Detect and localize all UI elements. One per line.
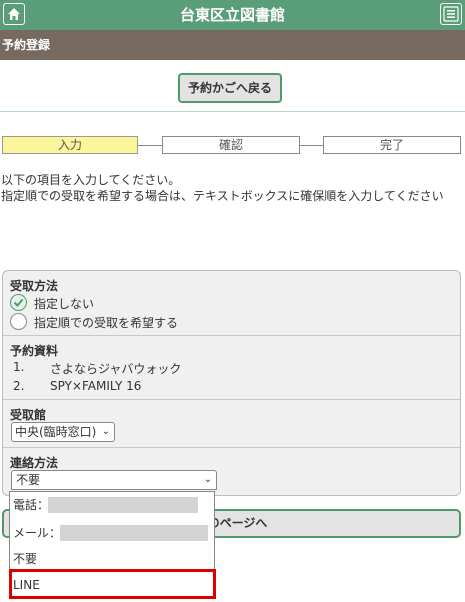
redacted-value — [60, 525, 208, 541]
pickup-library-select[interactable]: 中央(臨時窓口) ⌄ — [11, 422, 115, 442]
back-to-cart-button[interactable]: 予約かごへ戻る — [178, 73, 282, 103]
option-phone[interactable]: 電話： — [10, 492, 214, 518]
item-title: さよならジャバウォック — [50, 362, 182, 376]
page-subtitle: 予約登録 — [0, 30, 465, 60]
item-title: SPY×FAMILY 16 — [50, 379, 142, 393]
section-divider — [3, 399, 460, 400]
pickup-method-title: 受取方法 — [10, 279, 59, 293]
step-connector — [138, 145, 162, 146]
select-value: 不要 — [16, 473, 41, 487]
instruction-line: 指定順での受取を希望する場合は、テキストボックスに確保順を入力してください — [1, 189, 444, 203]
reserved-items-title: 予約資料 — [10, 344, 59, 358]
contact-method-dropdown: 電話： メール： 不要 LINE — [9, 491, 215, 599]
menu-button[interactable] — [440, 3, 462, 25]
radio-button[interactable] — [10, 294, 27, 311]
step-input: 入力 — [2, 136, 138, 154]
item-number: 1. — [13, 360, 25, 374]
step-confirm: 確認 — [162, 136, 300, 154]
reservation-form: 受取方法 指定しない 指定順での受取を希望する 予約資料 1. さよならジャバウ… — [2, 270, 461, 496]
chevron-down-icon: ⌄ — [101, 426, 110, 437]
item-number: 2. — [13, 379, 25, 393]
instructions: 以下の項目を入力してください。 指定順での受取を希望する場合は、テキストボックス… — [1, 172, 444, 204]
option-email[interactable]: メール： — [10, 520, 214, 546]
instruction-line: 以下の項目を入力してください。 — [1, 173, 181, 187]
option-label: メール： — [13, 526, 62, 540]
chevron-down-icon: ⌄ — [203, 474, 212, 485]
divider — [0, 111, 465, 112]
radio-label: 指定順での受取を希望する — [34, 316, 179, 330]
option-line[interactable]: LINE — [10, 572, 214, 598]
option-none[interactable]: 不要 — [10, 546, 214, 572]
contact-method-title: 連絡方法 — [10, 456, 59, 470]
redacted-value — [48, 497, 198, 513]
radio-label: 指定しない — [34, 297, 95, 311]
select-value: 中央(臨時窓口) — [15, 425, 97, 439]
contact-method-select[interactable]: 不要 ⌄ — [11, 470, 217, 490]
site-title: 台東区立図書館 — [179, 6, 285, 24]
step-connector — [300, 145, 323, 146]
section-divider — [3, 447, 460, 448]
section-divider — [3, 335, 460, 336]
check-icon — [13, 298, 24, 307]
step-complete: 完了 — [323, 136, 461, 154]
pickup-library-title: 受取館 — [10, 408, 47, 422]
radio-button[interactable] — [10, 313, 27, 330]
option-label: 電話： — [13, 498, 50, 512]
menu-icon — [443, 6, 459, 22]
app-header: 台東区立図書館 — [0, 0, 465, 30]
